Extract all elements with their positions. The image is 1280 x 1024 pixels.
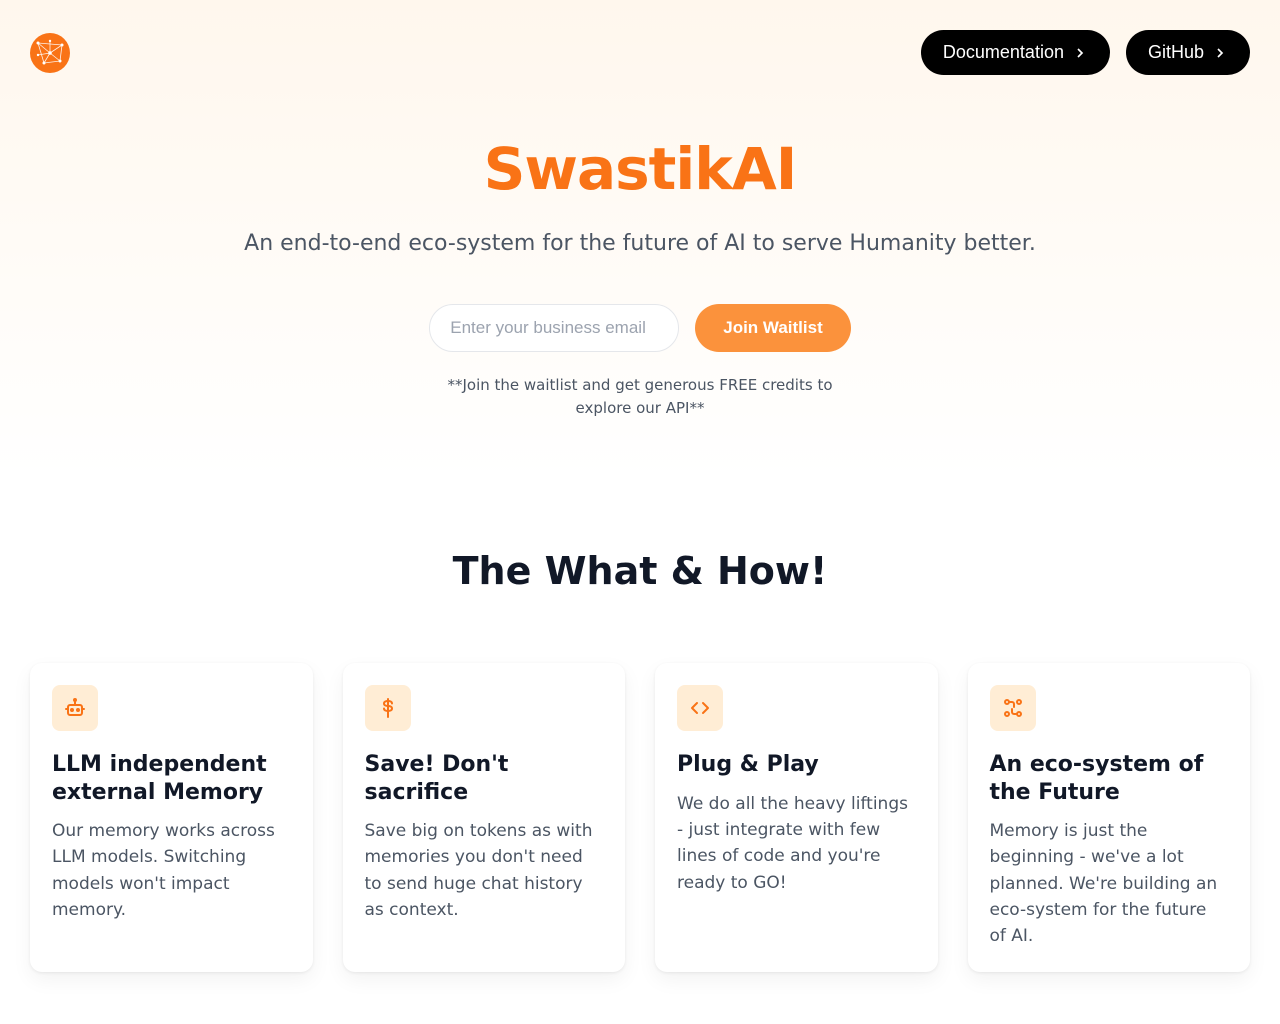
hero-section: Documentation GitHub SwastikAI An end-to…: [0, 0, 1280, 479]
nav-actions: Documentation GitHub: [921, 30, 1250, 75]
feature-desc: We do all the heavy liftings - just inte…: [677, 791, 916, 896]
documentation-button[interactable]: Documentation: [921, 30, 1110, 75]
network-icon: [990, 685, 1036, 731]
hero-content: SwastikAI An end-to-end eco-system for t…: [230, 135, 1050, 419]
feature-card: Save! Don't sacrifice Save big on tokens…: [343, 663, 626, 972]
feature-desc: Our memory works across LLM models. Swit…: [52, 818, 291, 923]
feature-card: An eco-system of the Future Memory is ju…: [968, 663, 1251, 972]
section-title: The What & How!: [30, 549, 1250, 593]
brain-network-icon: [30, 33, 70, 73]
chevron-right-icon: [1212, 45, 1228, 61]
top-nav: Documentation GitHub: [30, 0, 1250, 95]
feature-desc: Save big on tokens as with memories you …: [365, 818, 604, 923]
signup-note: **Join the waitlist and get generous FRE…: [420, 374, 860, 419]
tagline: An end-to-end eco-system for the future …: [230, 231, 1050, 256]
feature-title: Plug & Play: [677, 751, 916, 779]
features-section: The What & How! LLM independent external…: [0, 479, 1280, 1012]
github-label: GitHub: [1148, 42, 1204, 63]
brand-logo[interactable]: [30, 33, 70, 73]
join-waitlist-button[interactable]: Join Waitlist: [695, 304, 851, 352]
signup-form: Join Waitlist: [230, 304, 1050, 352]
chevron-right-icon: [1072, 45, 1088, 61]
feature-title: An eco-system of the Future: [990, 751, 1229, 806]
github-button[interactable]: GitHub: [1126, 30, 1250, 75]
documentation-label: Documentation: [943, 42, 1064, 63]
feature-title: Save! Don't sacrifice: [365, 751, 604, 806]
dollar-icon: [365, 685, 411, 731]
feature-title: LLM independent external Memory: [52, 751, 291, 806]
feature-card: LLM independent external Memory Our memo…: [30, 663, 313, 972]
code-icon: [677, 685, 723, 731]
page-title: SwastikAI: [230, 135, 1050, 203]
bot-icon: [52, 685, 98, 731]
feature-cards: LLM independent external Memory Our memo…: [30, 663, 1250, 972]
email-input[interactable]: [429, 304, 679, 352]
feature-desc: Memory is just the beginning - we've a l…: [990, 818, 1229, 950]
feature-card: Plug & Play We do all the heavy liftings…: [655, 663, 938, 972]
